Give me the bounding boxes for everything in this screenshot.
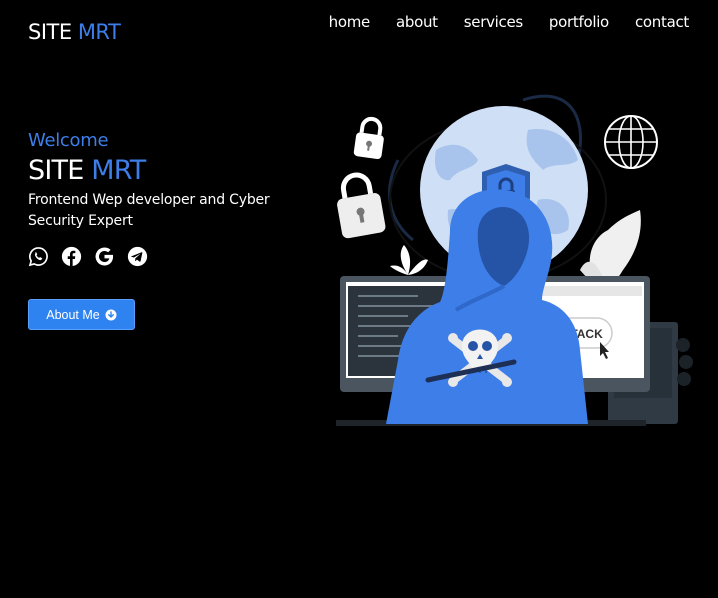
- about-me-button[interactable]: About Me: [28, 299, 135, 330]
- nav-home[interactable]: home: [329, 13, 371, 31]
- hero-description: Frontend Wep developer and Cyber Securit…: [28, 192, 270, 229]
- hero-section: Welcome SITE MRT Frontend Wep developer …: [28, 130, 298, 267]
- logo-text-site: SITE: [28, 20, 72, 44]
- nav-services[interactable]: services: [464, 13, 523, 31]
- telegram-icon[interactable]: [127, 246, 148, 267]
- globe-outline-icon: [604, 115, 658, 169]
- hero-title: SITE MRT: [28, 155, 298, 186]
- hacker-illustration: ATTACK: [336, 94, 693, 426]
- arrow-down-circle-icon: [105, 309, 117, 320]
- plant-left: [390, 245, 428, 275]
- padlock-large-icon: [337, 172, 386, 239]
- welcome-text: Welcome: [28, 130, 109, 151]
- padlock-small-icon: [353, 116, 384, 160]
- whatsapp-icon[interactable]: [28, 246, 49, 267]
- hero-title-site: SITE: [28, 155, 84, 186]
- social-links: [28, 246, 298, 267]
- facebook-icon[interactable]: [61, 246, 82, 267]
- logo-text-mrt: MRT: [77, 20, 121, 44]
- nav-about[interactable]: about: [396, 13, 438, 31]
- nav-contact[interactable]: contact: [635, 13, 689, 31]
- about-me-label: About Me: [46, 307, 100, 322]
- main-nav: home about services portfolio contact: [329, 13, 690, 31]
- nav-portfolio[interactable]: portfolio: [549, 13, 609, 31]
- hero-title-mrt: MRT: [91, 155, 146, 186]
- site-logo[interactable]: SITE MRT: [28, 20, 121, 44]
- google-icon[interactable]: [94, 246, 115, 267]
